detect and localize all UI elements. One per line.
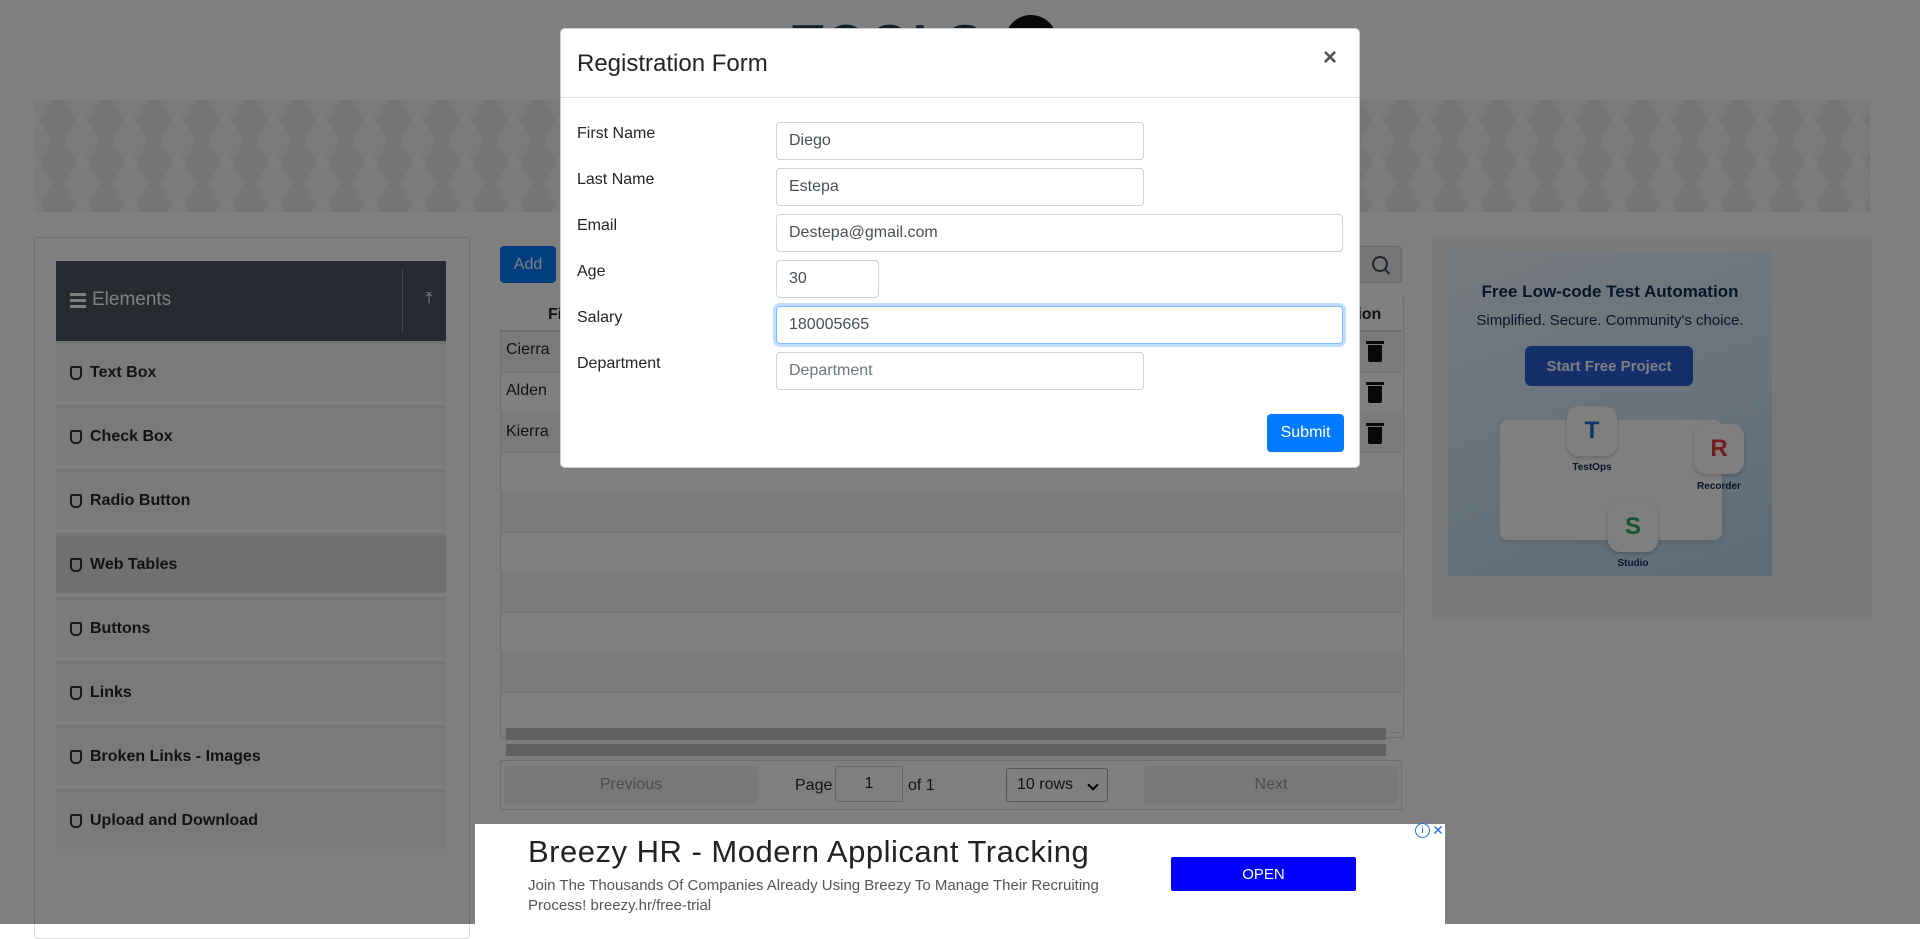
bottom-ad-title[interactable]: Breezy HR - Modern Applicant Tracking (528, 834, 1089, 870)
age-input[interactable]: 30 (776, 260, 879, 298)
modal-title: Registration Form (577, 50, 768, 77)
salary-input[interactable]: 180005665 (776, 306, 1343, 344)
salary-label: Salary (577, 309, 623, 326)
close-icon[interactable]: × (1323, 46, 1337, 70)
bottom-ad-description: Join The Thousands Of Companies Already … (528, 877, 1099, 914)
department-label: Department (577, 355, 661, 372)
ad-info-icon[interactable]: i (1415, 823, 1430, 838)
bottom-ad-open-button[interactable]: OPEN (1171, 857, 1356, 891)
ad-close-icon[interactable]: ✕ (1431, 823, 1445, 837)
age-label: Age (577, 263, 606, 280)
email-label: Email (577, 217, 618, 234)
last-name-input[interactable]: Estepa (776, 168, 1144, 206)
first-name-input[interactable]: Diego (776, 122, 1144, 160)
last-name-label: Last Name (577, 171, 655, 188)
submit-button[interactable]: Submit (1267, 414, 1344, 452)
department-input[interactable]: Department (776, 352, 1144, 390)
email-input[interactable]: Destepa@gmail.com (776, 214, 1343, 252)
first-name-label: First Name (577, 125, 656, 142)
